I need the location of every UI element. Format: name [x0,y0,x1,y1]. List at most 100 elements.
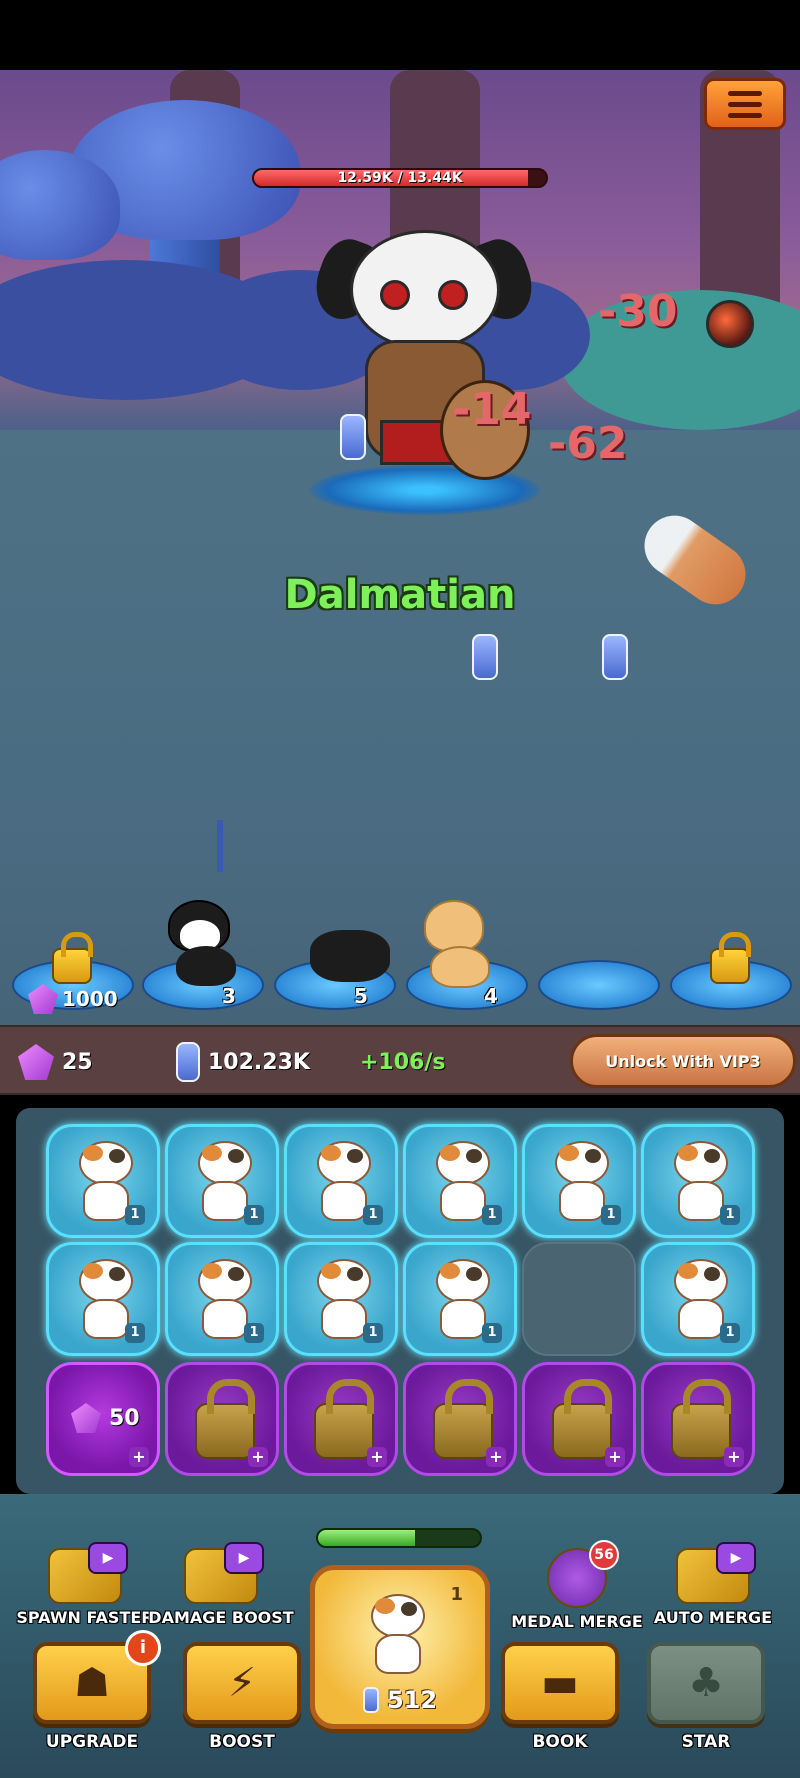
star-button[interactable]: ♣ STAR [644,1642,768,1752]
cell-level: 1 [720,1323,740,1343]
battle-slot-5[interactable] [538,960,660,1010]
grid-cell-cat[interactable]: 1 [165,1124,279,1238]
grid-cell-empty[interactable] [522,1242,636,1356]
grid-cell-cat[interactable]: 1 [403,1124,517,1238]
grid-cell-cat[interactable]: 1 [641,1124,755,1238]
spawn-faster-icon: ▶ [48,1542,128,1604]
grid-cell-cat[interactable]: 1 [641,1242,755,1356]
grid-cell-locked[interactable]: + [522,1362,636,1476]
lock-icon [671,1379,731,1459]
video-play-icon: ▶ [224,1542,264,1574]
spawn-faster-label: SPAWN FASTER [16,1608,154,1627]
lightning-icon: ⚡ [227,1660,257,1706]
enemy-dalmatian[interactable] [306,210,542,515]
grid-cell-locked[interactable]: + [165,1362,279,1476]
star-bag-icon: ♣ [688,1660,724,1706]
slot-unlock-cost[interactable]: 1000 [28,984,118,1014]
star-label: STAR [681,1732,731,1752]
spawn-progress-fill [318,1530,416,1546]
coin-counter[interactable]: 102.23K [176,1027,310,1097]
grid-cell-cat[interactable]: 1 [284,1124,398,1238]
status-bar [0,0,800,70]
cell-level: 1 [482,1205,502,1225]
video-play-icon: ▶ [88,1542,128,1574]
spawn-level: 1 [450,1584,463,1605]
grid-cell-gem-unlock[interactable]: 50 + [46,1362,160,1476]
auto-merge-icon: ▶ [676,1542,756,1604]
damage-boost-button[interactable]: ▶ DAMAGE BOOST [146,1542,296,1627]
damage-boost-label: DAMAGE BOOST [148,1608,294,1627]
damage-number: -62 [548,418,628,469]
enemy-hp-text: 12.59K / 13.44K [337,170,463,186]
fire-orb-icon [706,300,754,348]
upgrade-info-badge: i [125,1630,161,1666]
spawn-cat-button[interactable]: 1 512 [310,1565,490,1729]
slot-cat[interactable] [158,900,248,986]
grid-cell-cat[interactable]: 1 [46,1242,160,1356]
plus-icon: + [486,1447,506,1467]
hamburger-menu-icon [728,90,762,96]
grid-cell-cat[interactable]: 1 [165,1242,279,1356]
plus-icon: + [724,1447,744,1467]
plus-icon: + [367,1447,387,1467]
slot-cat[interactable] [420,900,510,988]
paw-coin-icon[interactable] [340,414,366,460]
bush [560,290,800,430]
grid-cell-cat[interactable]: 1 [284,1242,398,1356]
plus-icon: + [129,1447,149,1467]
cell-level: 1 [125,1205,145,1225]
medal-merge-button[interactable]: 56 MEDAL MERGE [502,1540,652,1631]
menu-button[interactable] [704,78,786,130]
damage-boost-icon: ▶ [184,1542,264,1604]
enemy-hp-bar: 12.59K / 13.44K [252,168,548,188]
grid-cell-locked[interactable]: + [284,1362,398,1476]
spawn-progress-bar [316,1528,482,1548]
medal-icon: 56 [547,1540,619,1608]
upgrade-button[interactable]: ☗ i UPGRADE [30,1630,161,1752]
paw-coin-icon[interactable] [472,634,498,680]
resource-bar: 25 102.23K +106/s Unlock With VIP3 [0,1025,800,1095]
gem-cost: 50 [71,1403,140,1433]
auto-merge-button[interactable]: ▶ AUTO MERGE [638,1542,788,1627]
lock-icon [710,932,751,984]
cell-level: 1 [482,1323,502,1343]
cell-level: 1 [601,1205,621,1225]
book-label: BOOK [532,1732,588,1752]
spawn-cost: 512 [315,1686,485,1714]
book-icon: ▬ [541,1660,579,1706]
coin-trail [217,820,223,872]
video-play-icon: ▶ [716,1542,756,1574]
grid-cell-cat[interactable]: 1 [403,1242,517,1356]
paw-coin-icon [176,1042,200,1082]
boost-label: BOOST [209,1732,275,1752]
book-button[interactable]: ▬ BOOK [498,1642,622,1752]
damage-number: -30 [598,286,678,337]
enemy-head [350,230,500,350]
gem-icon [18,1044,54,1080]
slot-cat[interactable] [300,930,390,1010]
grid-cell-locked[interactable]: + [403,1362,517,1476]
damage-number: -14 [452,384,532,435]
lock-icon [52,932,93,984]
grid-cell-cat[interactable]: 1 [522,1124,636,1238]
gem-icon [28,984,58,1014]
upgrade-label: UPGRADE [45,1732,139,1752]
cell-level: 1 [244,1323,264,1343]
paw-coin-icon [362,1687,379,1713]
coin-rate: +106/s [360,1049,446,1075]
gem-icon [71,1403,101,1433]
boost-button[interactable]: ⚡ BOOST [180,1642,304,1752]
lock-icon [314,1379,374,1459]
grid-cell-cat[interactable]: 1 [46,1124,160,1238]
lock-icon [195,1379,255,1459]
plus-icon: + [605,1447,625,1467]
grid-cell-locked[interactable]: + [641,1362,755,1476]
gem-counter[interactable]: 25 [18,1027,93,1097]
spawn-faster-button[interactable]: ▶ SPAWN FASTER [10,1542,160,1627]
cell-level: 1 [363,1205,383,1225]
unlock-vip-button[interactable]: Unlock With VIP3 [570,1034,796,1088]
paw-coin-icon[interactable] [602,634,628,680]
medal-count-badge: 56 [589,1540,619,1570]
spawn-cat-image [363,1594,447,1690]
medal-merge-label: MEDAL MERGE [511,1612,643,1631]
